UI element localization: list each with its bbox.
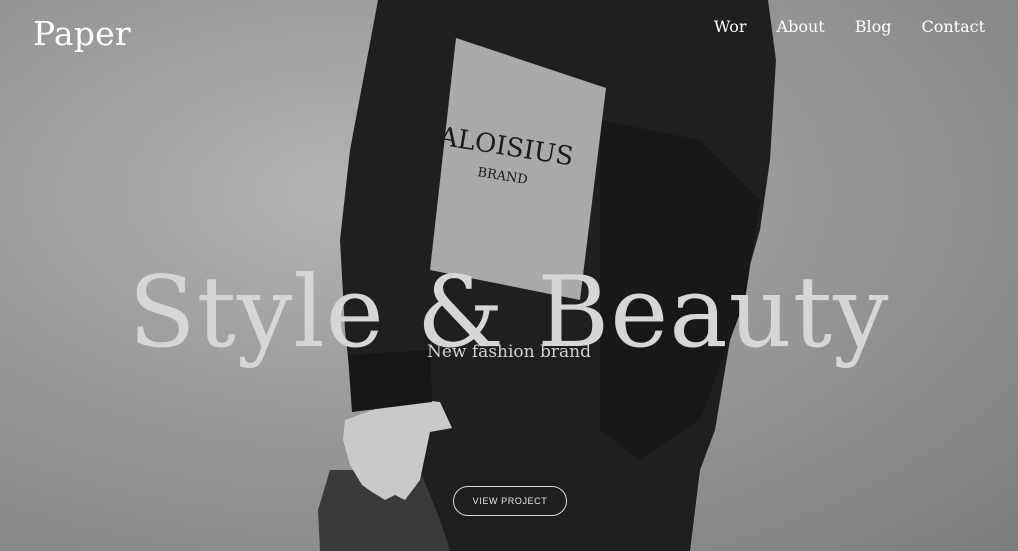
nav-item-work[interactable]: Wor <box>714 17 747 36</box>
nav-item-about[interactable]: About <box>777 17 825 36</box>
nav-item-blog[interactable]: Blog <box>855 17 892 36</box>
hero-subtitle: New fashion brand <box>427 342 591 362</box>
hero-section: ALOISIUS BRAND Paper Wor About Blog Cont… <box>0 0 1018 551</box>
main-navigation: Wor About Blog Contact <box>714 17 985 36</box>
nav-item-contact[interactable]: Contact <box>921 17 985 36</box>
view-project-button[interactable]: VIEW PROJECT <box>453 486 567 516</box>
site-logo[interactable]: Paper <box>33 14 131 53</box>
